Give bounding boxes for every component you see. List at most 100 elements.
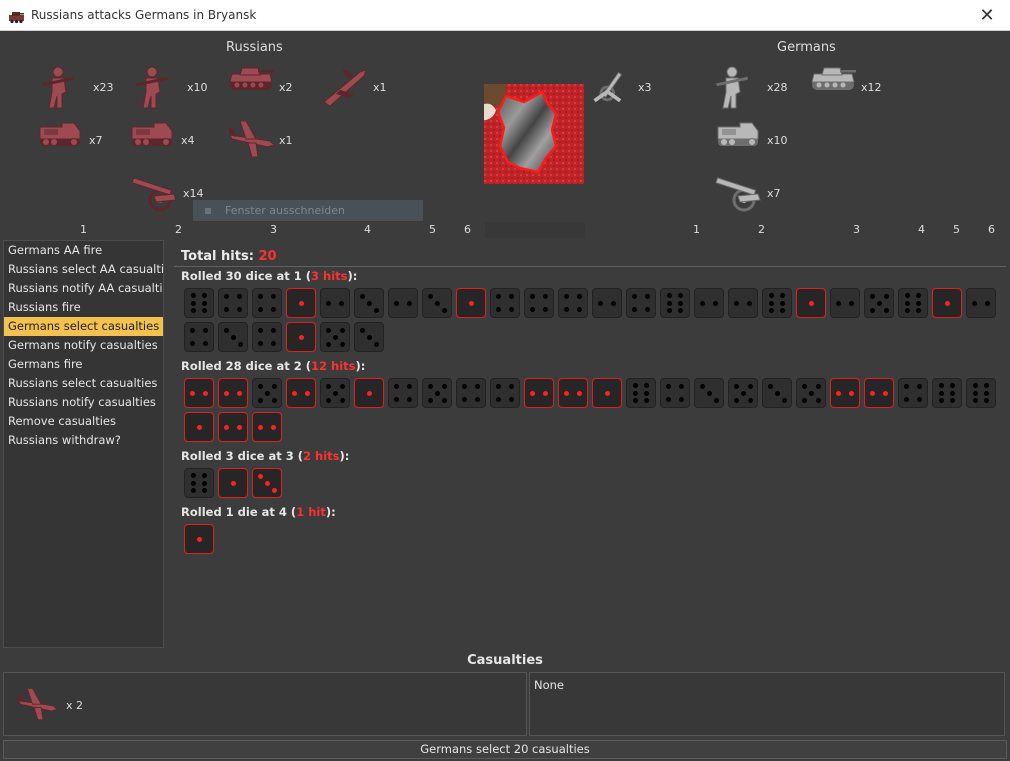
unit-count: x28: [767, 80, 788, 94]
attacker-axis-label: 2: [175, 223, 182, 236]
defender-axis-label: 4: [918, 223, 925, 236]
step-item[interactable]: Russians select AA casualties: [4, 260, 163, 279]
unit-count: x2: [279, 80, 293, 94]
die: [218, 322, 248, 352]
step-item[interactable]: Russians notify casualties: [4, 393, 163, 412]
step-item[interactable]: Germans select casualties: [4, 317, 163, 336]
die: [558, 288, 588, 318]
die: [320, 322, 350, 352]
defender-axis-label: 6: [988, 223, 995, 236]
die: [354, 322, 384, 352]
die-hit: [796, 288, 826, 318]
unit-count: x14: [183, 186, 204, 200]
die-hit: [456, 288, 486, 318]
die: [898, 288, 928, 318]
fighter-icon: [16, 688, 58, 721]
die-hit: [218, 468, 248, 498]
die: [422, 288, 452, 318]
defender-casualties-text: None: [534, 678, 565, 692]
select-casualties-button[interactable]: Germans select 20 casualties: [3, 740, 1007, 759]
die-hit: [218, 378, 248, 408]
attacker-axis-label: 6: [464, 223, 471, 236]
die: [694, 378, 724, 408]
die: [252, 288, 282, 318]
step-item[interactable]: Russians select casualties: [4, 374, 163, 393]
defender-axis-label: 3: [853, 223, 860, 236]
halftrack-icon: [39, 122, 81, 146]
title-bar: Russians attacks Germans in Bryansk ✕: [0, 0, 1010, 31]
die: [626, 288, 656, 318]
infantry-icon: [716, 66, 749, 109]
die: [660, 288, 690, 318]
halftrack-icon: [717, 122, 759, 146]
die-hit: [558, 378, 588, 408]
bomber-icon: [323, 69, 367, 107]
unit-count: x1: [373, 80, 387, 94]
step-item[interactable]: Remove casualties: [4, 412, 163, 431]
die-hit: [184, 378, 214, 408]
defender-name: Germans: [777, 40, 836, 55]
die-hit: [932, 288, 962, 318]
die-hit: [354, 378, 384, 408]
die: [218, 288, 248, 318]
attacker-unit: x1: [320, 64, 387, 110]
unit-count: x10: [187, 80, 208, 94]
unit-count: x3: [638, 80, 652, 94]
unit-count: x1: [279, 133, 293, 147]
defender-unit: x10: [714, 117, 788, 163]
artillery-icon: [715, 177, 761, 212]
die: [592, 288, 622, 318]
defender-aa-unit: x3: [589, 64, 652, 110]
die: [252, 322, 282, 352]
infantry-icon: [136, 66, 169, 109]
step-item[interactable]: Germans AA fire: [4, 241, 163, 260]
total-hits-label: Total hits:: [181, 249, 254, 264]
attacker-unit: x7: [36, 117, 103, 163]
unit-count: x23: [93, 80, 114, 94]
territory-image: [484, 84, 584, 184]
attacker-unit: x1: [226, 117, 293, 163]
die: [728, 378, 758, 408]
die: [388, 288, 418, 318]
artillery-icon: [131, 177, 177, 212]
attacker-casualties: x 2: [3, 672, 527, 736]
die: [456, 378, 486, 408]
close-button[interactable]: ✕: [964, 0, 1010, 31]
step-item[interactable]: Russians fire: [4, 298, 163, 317]
die-hit: [218, 412, 248, 442]
die-hit: [184, 524, 214, 554]
step-item[interactable]: Germans notify casualties: [4, 336, 163, 355]
step-item[interactable]: Germans fire: [4, 355, 163, 374]
step-item[interactable]: Russians withdraw?: [4, 431, 163, 450]
unit-count: x7: [89, 133, 103, 147]
attacker-axis-label: 5: [429, 223, 436, 236]
defender-axis-label: 5: [953, 223, 960, 236]
step-item[interactable]: Russians notify AA casualties: [4, 279, 163, 298]
defender-casualties: None: [529, 672, 1005, 736]
die-hit: [252, 412, 282, 442]
attacker-axis-label: 4: [364, 223, 371, 236]
window-title: Russians attacks Germans in Bryansk: [31, 8, 257, 22]
die: [898, 378, 928, 408]
attacker-axis-label: 1: [80, 223, 87, 236]
dice-panel: Total hits: 20 Rolled 30 dice at 1 (3 hi…: [168, 240, 1006, 648]
die: [320, 378, 350, 408]
total-hits: Total hits: 20: [181, 249, 277, 264]
die-hit: [286, 322, 316, 352]
infantry-icon: [42, 66, 75, 109]
die: [490, 288, 520, 318]
die: [184, 288, 214, 318]
fighter-icon: [228, 120, 274, 158]
die-hit: [524, 378, 554, 408]
app-icon: [9, 12, 24, 24]
die: [728, 288, 758, 318]
die-hit: [286, 378, 316, 408]
die: [490, 378, 520, 408]
die: [354, 288, 384, 318]
die-hit: [252, 468, 282, 498]
roll-label: Rolled 30 dice at 1 (3 hits):: [181, 269, 358, 283]
die: [864, 288, 894, 318]
die: [830, 288, 860, 318]
die: [524, 288, 554, 318]
die: [184, 468, 214, 498]
